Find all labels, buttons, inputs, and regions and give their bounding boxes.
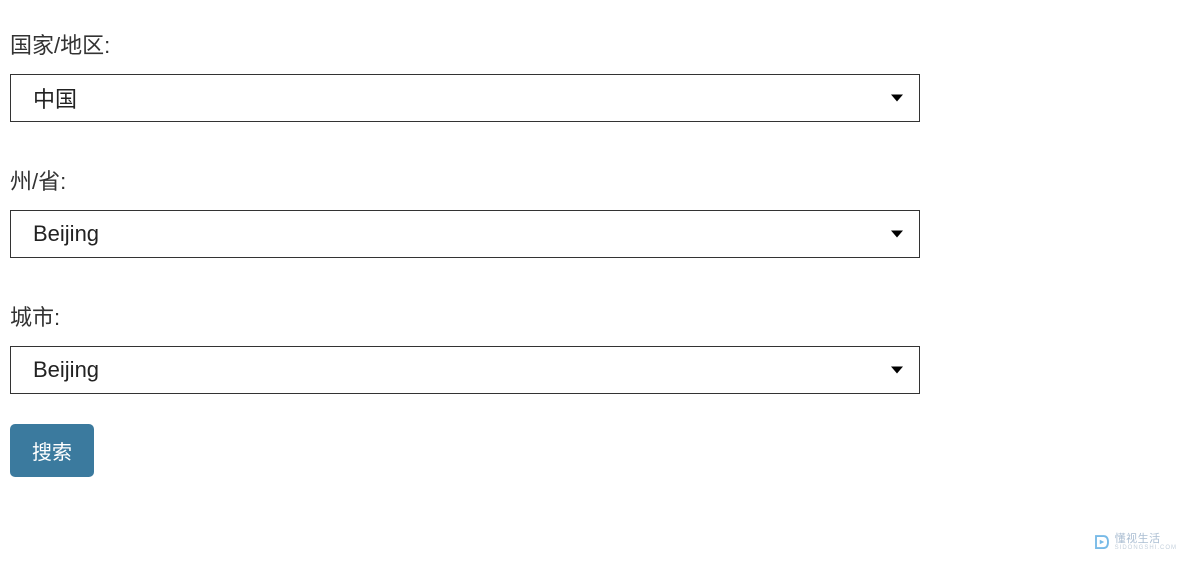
city-field-group: 城市: Beijing <box>10 300 920 394</box>
watermark-text-stack: 懂视生活 SIDONGSHI.COM <box>1115 534 1177 551</box>
watermark-subtext: SIDONGSHI.COM <box>1115 545 1177 551</box>
province-field-group: 州/省: Beijing <box>10 164 920 258</box>
country-label: 国家/地区: <box>10 28 920 60</box>
province-select-value: Beijing <box>11 221 919 247</box>
caret-down-icon <box>891 367 903 374</box>
country-field-group: 国家/地区: 中国 <box>10 28 920 122</box>
watermark-text: 懂视生活 <box>1115 534 1161 545</box>
city-select[interactable]: Beijing <box>10 346 920 394</box>
watermark-logo-icon <box>1093 533 1111 551</box>
city-select-value: Beijing <box>11 357 919 383</box>
city-label: 城市: <box>10 300 920 332</box>
country-select[interactable]: 中国 <box>10 74 920 122</box>
search-button[interactable]: 搜索 <box>10 424 94 477</box>
province-select[interactable]: Beijing <box>10 210 920 258</box>
watermark: 懂视生活 SIDONGSHI.COM <box>1093 533 1177 551</box>
province-label: 州/省: <box>10 164 920 196</box>
location-search-form: 国家/地区: 中国 州/省: Beijing 城市: Beijing 搜索 <box>10 28 920 477</box>
caret-down-icon <box>891 95 903 102</box>
country-select-value: 中国 <box>11 82 919 114</box>
caret-down-icon <box>891 231 903 238</box>
